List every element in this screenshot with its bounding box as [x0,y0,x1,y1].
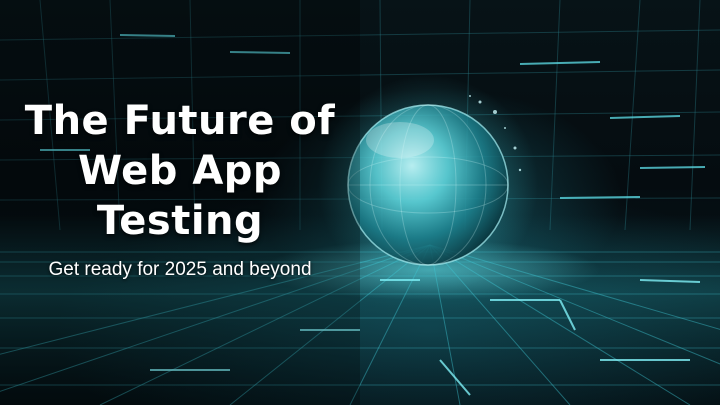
banner-subtitle: Get ready for 2025 and beyond [48,259,312,280]
hero-banner: The Future of Web App Testing Get ready … [0,0,720,405]
title-line-3: Testing [96,198,264,244]
title-line-2: Web App [77,148,283,194]
title-line-1: The Future of [24,98,336,144]
banner-title: The Future of Web App Testing [0,96,360,246]
